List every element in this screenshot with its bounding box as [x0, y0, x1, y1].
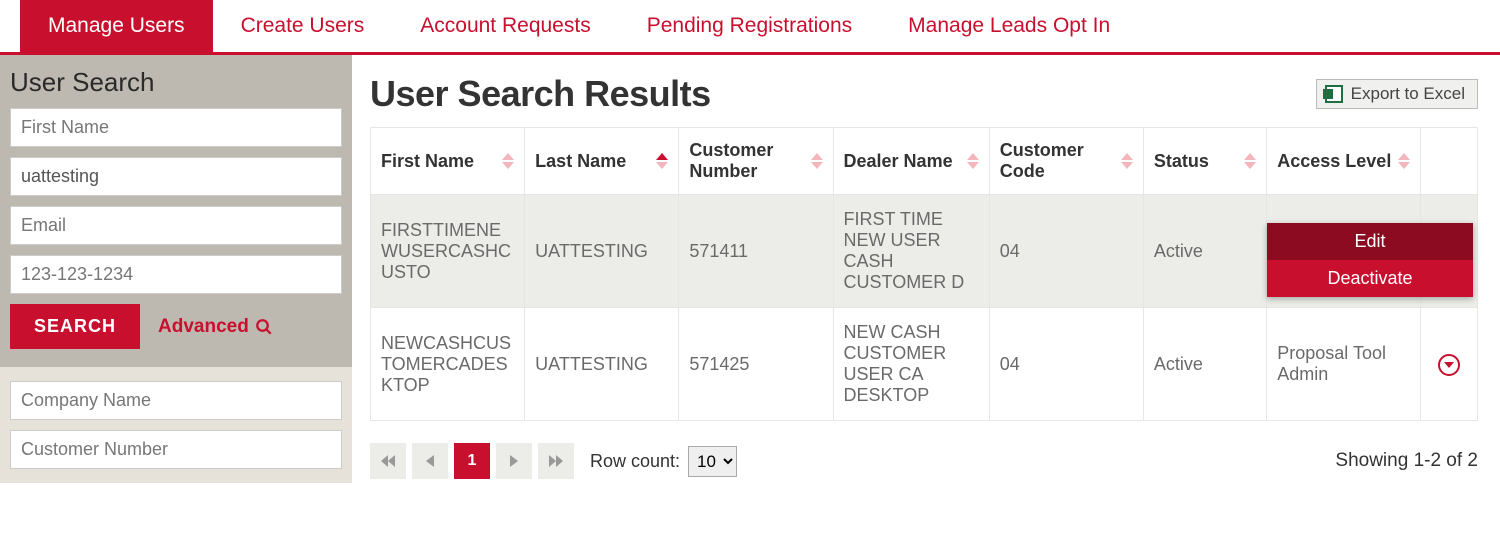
advanced-link[interactable]: Advanced [158, 316, 273, 338]
cell-dealer-name: FIRST TIME NEW USER CASH CUSTOMER D [833, 195, 989, 308]
sort-icon [502, 153, 514, 169]
col-status[interactable]: Status [1143, 128, 1266, 195]
results-table: First Name Last Name Customer Number Dea… [370, 127, 1478, 421]
col-dealer-name[interactable]: Dealer Name [833, 128, 989, 195]
tab-manage-leads-opt-in[interactable]: Manage Leads Opt In [880, 0, 1138, 52]
sort-icon [656, 153, 668, 169]
menu-deactivate[interactable]: Deactivate [1267, 260, 1473, 297]
results-title: User Search Results [370, 73, 711, 115]
col-customer-number[interactable]: Customer Number [679, 128, 833, 195]
company-name-input[interactable] [10, 381, 342, 420]
sort-icon [1398, 153, 1410, 169]
user-search-title: User Search [10, 67, 342, 98]
col-last-name[interactable]: Last Name [525, 128, 679, 195]
export-to-excel-button[interactable]: Export to Excel [1316, 79, 1478, 109]
double-chevron-left-icon [381, 455, 395, 467]
row-actions-toggle[interactable] [1438, 354, 1460, 376]
cell-status: Active [1143, 308, 1266, 421]
row-action-cell: Edit Deactivate [1421, 195, 1478, 308]
cell-last-name: UATTESTING [525, 308, 679, 421]
sort-icon [1244, 153, 1256, 169]
email-input[interactable] [10, 206, 342, 245]
page-prev-button[interactable] [412, 443, 448, 479]
col-access-level[interactable]: Access Level [1267, 128, 1421, 195]
col-first-name[interactable]: First Name [371, 128, 525, 195]
sort-icon [967, 153, 979, 169]
page-last-button[interactable] [538, 443, 574, 479]
col-actions [1421, 128, 1478, 195]
first-name-input[interactable] [10, 108, 342, 147]
search-icon [255, 318, 273, 336]
table-row: FIRSTTIMENEWUSERCASHCUSTO UATTESTING 571… [371, 195, 1478, 308]
cell-dealer-name: NEW CASH CUSTOMER USER CA DESKTOP [833, 308, 989, 421]
showing-text: Showing 1-2 of 2 [1335, 450, 1478, 472]
row-actions-menu: Edit Deactivate [1267, 223, 1473, 297]
excel-icon [1325, 85, 1343, 103]
pagination: 1 Row count: 10 [370, 443, 737, 479]
chevron-down-icon [1444, 361, 1454, 369]
page-number-button[interactable]: 1 [454, 443, 490, 479]
row-count-label: Row count: [590, 451, 680, 472]
double-chevron-right-icon [549, 455, 563, 467]
last-name-input[interactable] [10, 157, 342, 196]
advanced-label: Advanced [158, 316, 249, 338]
chevron-left-icon [426, 455, 434, 467]
content-area: User Search Results Export to Excel Firs… [352, 55, 1500, 483]
tab-create-users[interactable]: Create Users [213, 0, 393, 52]
page-first-button[interactable] [370, 443, 406, 479]
cell-customer-number: 571425 [679, 308, 833, 421]
cell-status: Active [1143, 195, 1266, 308]
cell-customer-code: 04 [989, 308, 1143, 421]
row-count-select[interactable]: 10 [688, 446, 737, 477]
extra-search-panel [0, 367, 352, 483]
col-customer-code[interactable]: Customer Code [989, 128, 1143, 195]
top-tabs: Manage Users Create Users Account Reques… [0, 0, 1500, 55]
cell-last-name: UATTESTING [525, 195, 679, 308]
page-next-button[interactable] [496, 443, 532, 479]
row-action-cell [1421, 308, 1478, 421]
table-header-row: First Name Last Name Customer Number Dea… [371, 128, 1478, 195]
chevron-right-icon [510, 455, 518, 467]
tab-pending-registrations[interactable]: Pending Registrations [619, 0, 880, 52]
cell-first-name: FIRSTTIMENEWUSERCASHCUSTO [371, 195, 525, 308]
cell-access-level: Proposal Tool Admin [1267, 308, 1421, 421]
search-button[interactable]: SEARCH [10, 304, 140, 349]
sort-icon [811, 153, 823, 169]
sidebar: User Search SEARCH Advanced [0, 55, 352, 483]
sort-icon [1121, 153, 1133, 169]
cell-customer-number: 571411 [679, 195, 833, 308]
cell-first-name: NEWCASHCUSTOMERCADESKTOP [371, 308, 525, 421]
phone-input[interactable] [10, 255, 342, 294]
tab-manage-users[interactable]: Manage Users [20, 0, 213, 52]
export-label: Export to Excel [1351, 84, 1465, 104]
tab-account-requests[interactable]: Account Requests [392, 0, 618, 52]
menu-edit[interactable]: Edit [1267, 223, 1473, 260]
cell-customer-code: 04 [989, 195, 1143, 308]
table-row: NEWCASHCUSTOMERCADESKTOP UATTESTING 5714… [371, 308, 1478, 421]
customer-number-input[interactable] [10, 430, 342, 469]
user-search-panel: User Search SEARCH Advanced [0, 55, 352, 367]
